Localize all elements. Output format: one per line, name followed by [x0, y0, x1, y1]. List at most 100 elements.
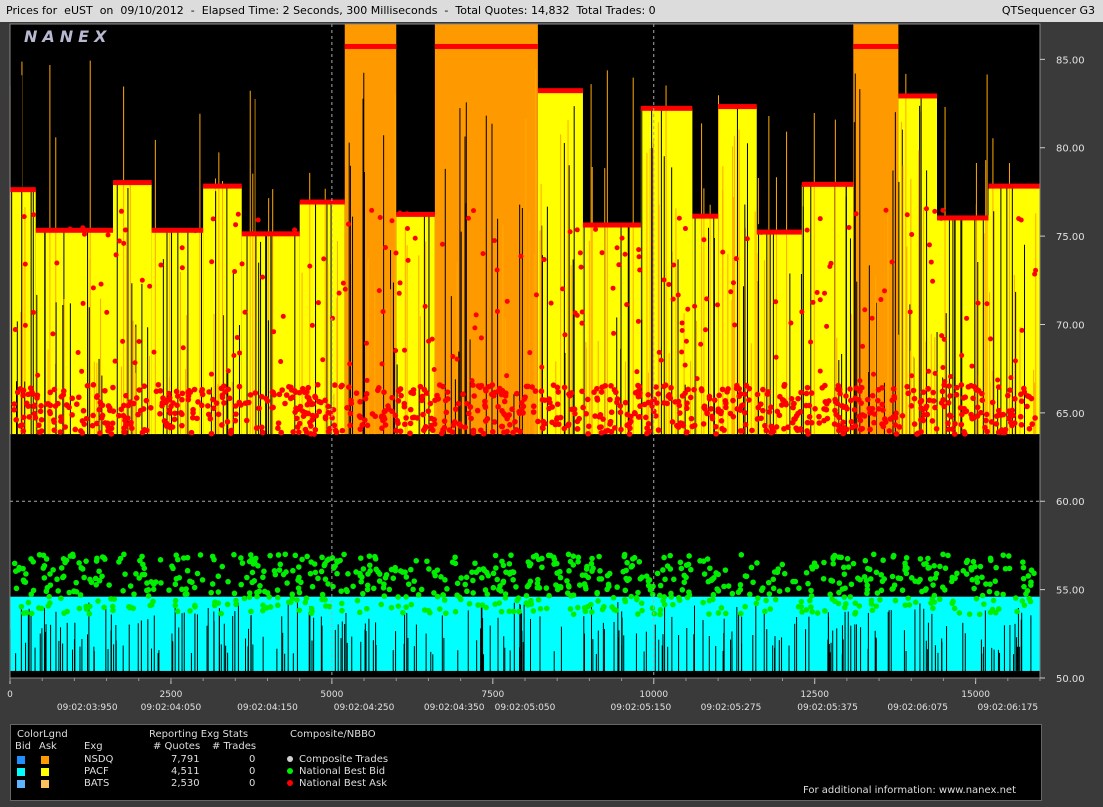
bid-point [93, 558, 100, 564]
ask-point [50, 417, 57, 423]
ask-point [682, 362, 688, 368]
ask-point [112, 358, 118, 364]
ask-point [1007, 387, 1013, 393]
bid-point [808, 593, 815, 599]
bid-point [378, 601, 385, 608]
ask-point [926, 242, 932, 248]
legend-panel: ColorLgnd Bid Ask Exg Reporting Exg Stat… [10, 724, 1042, 801]
time-label: 09:02:04:150 [237, 703, 298, 713]
ask-point [661, 277, 667, 283]
bid-point [96, 577, 103, 584]
ask-point [677, 420, 684, 426]
bid-point [622, 587, 629, 594]
bid-point [635, 589, 641, 596]
ask-point [287, 395, 294, 402]
ask-point [219, 422, 225, 428]
ask-point [768, 404, 774, 411]
ask-point [20, 428, 27, 434]
ask-point [348, 397, 354, 404]
bid-point [452, 608, 459, 615]
ask-point [242, 400, 249, 406]
ask-point [19, 422, 26, 428]
ask-point [242, 309, 248, 315]
ask-point [925, 386, 932, 392]
ask-point [398, 392, 404, 399]
ask-point [857, 388, 863, 394]
bid-point [936, 596, 943, 603]
ask-point [578, 264, 584, 270]
ask-point [90, 285, 96, 291]
bid-point [905, 595, 912, 602]
x-tick-label: 12500 [800, 690, 829, 700]
bid-point [365, 571, 371, 577]
ask-swatch [41, 780, 49, 788]
y-tick-label: 80.00 [1056, 144, 1085, 155]
bid-point [831, 552, 838, 559]
ask-point [892, 422, 899, 428]
bid-swatch [17, 756, 25, 764]
bid-point [211, 556, 217, 563]
bid-point [771, 569, 778, 575]
ask-point [694, 376, 700, 382]
ask-point [236, 399, 243, 406]
ask-point [397, 386, 404, 392]
ask-point [975, 387, 982, 394]
ask-point [11, 406, 18, 413]
ask-point [231, 352, 237, 358]
bid-point [554, 570, 560, 576]
ask-point [312, 394, 319, 401]
bid-point [966, 611, 973, 617]
ask-point [875, 387, 882, 393]
ask-point [910, 387, 917, 394]
bid-point [681, 579, 688, 586]
bid-point [172, 602, 179, 609]
bid-point [296, 589, 303, 596]
bid-point [554, 586, 561, 593]
ask-point [158, 262, 164, 268]
bid-point [718, 605, 725, 611]
bid-point [614, 584, 620, 590]
bid-point [21, 578, 27, 585]
ask-point [860, 343, 866, 349]
bid-point [838, 554, 845, 561]
bid-point [550, 554, 557, 561]
bid-point [176, 574, 183, 581]
ask-point [160, 395, 166, 401]
bid-point [956, 610, 963, 616]
ask-point [641, 401, 648, 408]
ask-point [622, 251, 628, 257]
bid-point [254, 593, 260, 600]
bid-point [657, 582, 664, 589]
ask-point [949, 426, 956, 432]
ask-point [428, 415, 435, 422]
bid-point [360, 566, 367, 572]
bid-point [381, 593, 388, 599]
ask-point [941, 403, 948, 410]
bid-point [827, 591, 833, 598]
bid-point [141, 571, 148, 578]
ask-point [635, 382, 641, 389]
ask-point [929, 418, 936, 424]
ask-point [970, 415, 977, 421]
ask-step-marker [898, 93, 937, 99]
bid-point [334, 570, 340, 577]
ask-point [455, 400, 462, 407]
ask-point [532, 388, 539, 394]
ask-point [698, 341, 704, 347]
ask-point [243, 417, 250, 424]
bid-point [150, 598, 156, 605]
ask-point [596, 424, 603, 431]
ask-point [871, 411, 878, 417]
bid-point [403, 574, 410, 580]
ask-point [221, 400, 227, 406]
ask-point [905, 390, 911, 397]
bid-point [395, 594, 401, 600]
ask-point [440, 241, 446, 247]
ask-point [701, 237, 707, 243]
ask-point [195, 399, 201, 405]
bid-point [930, 605, 936, 612]
ask-point [737, 407, 744, 413]
bid-point [903, 555, 910, 561]
bid-point [605, 581, 612, 588]
bid-point [261, 568, 267, 575]
